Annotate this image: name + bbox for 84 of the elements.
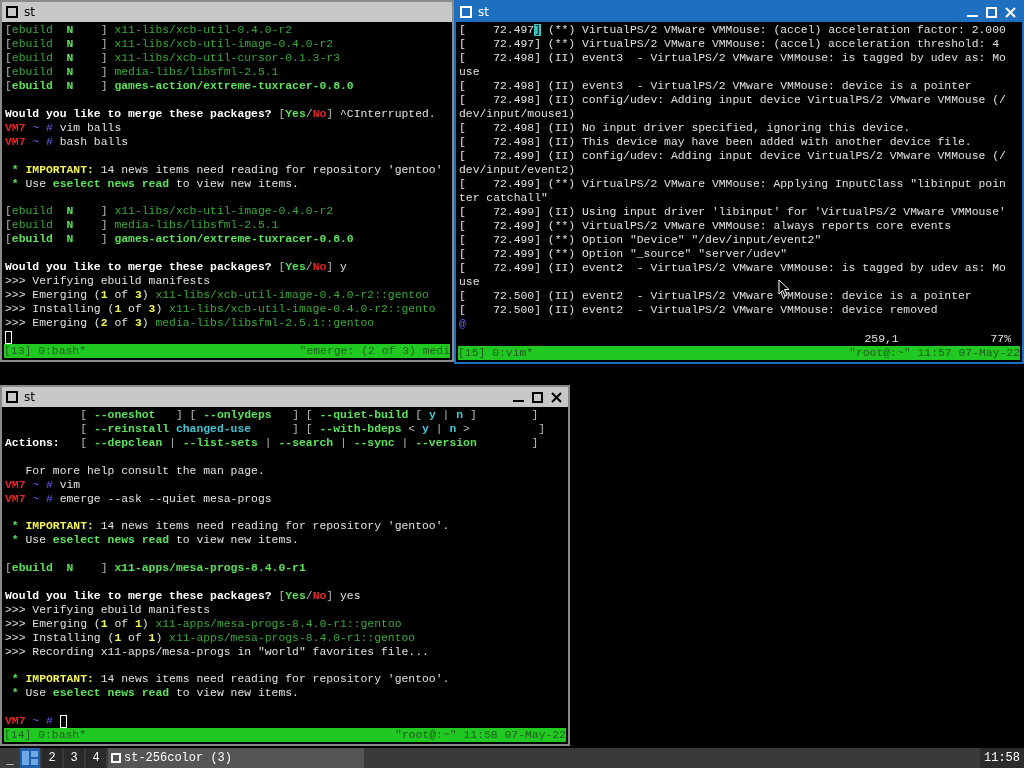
layout-icon: [22, 751, 38, 765]
scroll-percent: 77%: [990, 332, 1011, 346]
terminal-line: >>> Verifying ebuild manifests: [5, 602, 211, 617]
terminal-line: VM7 ~ #: [5, 714, 54, 728]
terminal-line: VM7 ~ # vim balls: [5, 120, 122, 135]
terminal-line: use: [459, 65, 480, 79]
terminal-line: [ 72.500] (II) event2 - VirtualPS/2 VMware VMMouse: device removed: [459, 303, 938, 317]
terminal-line: VM7 ~ # bash balls: [5, 134, 129, 149]
terminal-line: Actions: [ --depclean | --list-sets | --search | --sync | --version ]: [5, 436, 539, 450]
terminal-line: [ebuild N ] x11-libs/xcb-util-image-0.4.0-r2: [5, 37, 334, 51]
window-icon: [111, 753, 121, 763]
terminal-line: [ebuild N ] x11-libs/xcb-util-0.4.0-r2: [5, 23, 293, 37]
terminal-line: >>> Emerging (1 of 1) x11-apps/mesa-progs-8.4.0-r1::gentoo: [5, 616, 402, 631]
terminal-line: Would you like to merge these packages? [Yes/No] yes: [5, 588, 361, 603]
workspace-button[interactable]: 3: [64, 748, 84, 768]
text-cursor: [5, 330, 12, 344]
terminal-line: [ 72.498] (II) config/udev: Adding input device VirtualPS/2 VMware VMMouse (/: [459, 93, 1006, 107]
terminal-line: [ --reinstall changed-use ] [ --with-bdeps < y | n > ]: [79, 422, 546, 436]
status-text: "root@:~" 11:57 07-May-22: [849, 346, 1020, 360]
status-text: [14] 0:bash*: [4, 728, 87, 742]
terminal-line: >>> Installing (1 of 1) x11-apps/mesa-progs-8.4.0-r1::gentoo: [5, 630, 416, 645]
status-text: [15] 0:vim*: [458, 346, 534, 360]
terminal-line: >>> Recording x11-apps/mesa-progs in "world" favorites file...: [5, 644, 429, 659]
terminal-line: [ebuild N ] games-action/extreme-tuxracer-0.8.0: [5, 79, 354, 93]
terminal-line: dev/input/mouse1): [459, 107, 576, 121]
terminal-line: [ebuild N ] x11-libs/xcb-util-cursor-0.1.3-r3: [5, 51, 340, 65]
terminal-line: [ 72.499] (**) Option "_source" "server/udev": [459, 247, 788, 261]
workspace-button[interactable]: [20, 748, 40, 768]
terminal-line: * Use eselect news read to view new items.: [10, 686, 299, 701]
status-text: "emerge: (2 of 3) medi: [299, 344, 450, 358]
window-icon: [460, 6, 472, 18]
terminal-line: * IMPORTANT: 14 news items need reading for repository 'gentoo'.: [10, 519, 450, 534]
terminal-line: [ 72.498] (II) event3 - VirtualPS/2 VMware VMMouse: is tagged by udev as: Mo: [459, 51, 1006, 65]
terminal-line: * Use eselect news read to view new items.: [10, 176, 299, 191]
close-icon[interactable]: [551, 391, 562, 403]
terminal-line: [ebuild N ] games-action/extreme-tuxracer-0.8.0: [5, 232, 354, 247]
terminal-line: [ 72.499] (**) VirtualPS/2 VMware VMMouse: always reports core events: [459, 219, 952, 233]
terminal-line: ter catchall": [459, 191, 548, 205]
terminal-line: [ebuild N ] media-libs/libsfml-2.5.1: [5, 65, 279, 79]
terminal-line: >>> Emerging (1 of 3) x11-libs/xcb-util-image-0.4.0-r2::gentoo: [5, 288, 429, 303]
terminal-line: [ 72.499] (**) Option "Device" "/dev/input/event2": [459, 233, 822, 247]
status-text: "root@:~" 11:58 07-May-22: [395, 728, 566, 742]
terminal-line: dev/input/event2): [459, 163, 576, 177]
terminal-line: [ 72.498] (II) event3 - VirtualPS/2 VMware VMMouse: device is a pointer: [459, 79, 972, 93]
window-icon: [6, 391, 18, 403]
terminal-line: VM7 ~ # vim: [5, 477, 81, 492]
window-title: st: [478, 5, 490, 19]
terminal-line: [ 72.499] (II) Using input driver 'libinput' for 'VirtualPS/2 VMware VMMouse': [459, 205, 1006, 219]
terminal-line: [ 72.499] (II) event2 - VirtualPS/2 VMware VMMouse: is tagged by udev as: Mo: [459, 261, 1006, 275]
window-title: st: [24, 5, 36, 19]
terminal-line: [ebuild N ] x11-apps/mesa-progs-8.4.0-r1: [5, 561, 306, 575]
terminal-line: [ 72.499] (**) VirtualPS/2 VMware VMMouse: Applying InputClass "libinput poin: [459, 177, 1006, 191]
workspace-button[interactable]: 4: [86, 748, 106, 768]
terminal-line: Would you like to merge these packages? [Yes/No] y: [5, 260, 347, 275]
status-text: [13] 0:bash*: [4, 344, 87, 358]
terminal-line: [ebuild N ] x11-libs/xcb-util-image-0.4.0-r2: [5, 204, 334, 219]
terminal-line: [ --oneshot ] [ --onlydeps ] [ --quiet-build [ y | n ] ]: [79, 408, 539, 422]
terminal-line: [ 72.500] (II) event2 - VirtualPS/2 VMware VMMouse: device is a pointer: [459, 289, 972, 303]
terminal-line: >>> Verifying ebuild manifests: [5, 274, 211, 289]
terminal-line: * Use eselect news read to view new items.: [10, 533, 299, 548]
terminal-line: @: [459, 317, 466, 331]
taskbar-menu-button[interactable]: _: [0, 748, 20, 768]
terminal-line: [ebuild N ] media-libs/libsfml-2.5.1: [5, 218, 279, 233]
terminal-line: * IMPORTANT: 14 news items need reading for repository 'gentoo': [10, 162, 443, 177]
text-cursor: [59, 714, 67, 728]
window-icon: [6, 6, 18, 18]
terminal-line: VM7 ~ # emerge --ask --quiet mesa-progs: [5, 491, 272, 506]
terminal-line: >>> Installing (1 of 3) x11-libs/xcb-util-image-0.4.0-r2::gento: [5, 302, 436, 317]
terminal-line: use: [459, 275, 480, 289]
workspace-button[interactable]: 2: [42, 748, 62, 768]
cursor-position: 259,1: [864, 332, 900, 346]
terminal-line: >>> Emerging (2 of 3) media-libs/libsfml-2.5.1::gentoo: [5, 316, 375, 331]
clock: 11:58: [980, 748, 1024, 768]
taskbar-window-button[interactable]: st-256color (3): [108, 748, 364, 768]
terminal-line: Would you like to merge these packages? [Yes/No] ^CInterrupted.: [5, 106, 436, 121]
terminal-line: For more help consult the man page.: [24, 463, 265, 478]
terminal-line: [ 72.498] (II) This device may have been added with another device file.: [459, 135, 972, 149]
terminal-line: [ 72.499] (II) config/udev: Adding input device VirtualPS/2 VMware VMMouse (/: [459, 149, 1006, 163]
terminal-line: [ 72.498] (II) No input driver specified, ignoring this device.: [459, 121, 911, 135]
terminal-line: [ 72.497] (**) VirtualPS/2 VMware VMMouse: (accel) acceleration factor: 2.000: [459, 23, 1006, 37]
terminal-line: * IMPORTANT: 14 news items need reading for repository 'gentoo'.: [10, 672, 450, 687]
window-title: st: [24, 390, 36, 404]
maximize-icon[interactable]: [532, 391, 543, 403]
terminal-line: [ 72.497] (**) VirtualPS/2 VMware VMMouse: (accel) acceleration threshold: 4: [459, 37, 999, 51]
